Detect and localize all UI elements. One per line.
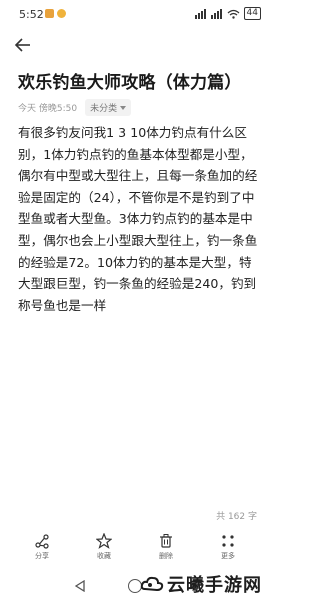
- share-label: 分享: [35, 552, 49, 560]
- more-label: 更多: [221, 552, 235, 560]
- trash-icon: [160, 534, 172, 548]
- app-notification-icon-2: [57, 9, 66, 18]
- more-button[interactable]: 更多: [208, 533, 248, 561]
- grid-icon: [222, 535, 234, 547]
- watermark-logo: 云曦手游网: [140, 570, 268, 598]
- watermark-text: 云曦手游网: [167, 575, 262, 596]
- status-bar: 5:52 44: [0, 0, 271, 30]
- favorite-button[interactable]: 收藏: [84, 533, 124, 561]
- arrow-left-icon: [14, 38, 30, 52]
- favorite-label: 收藏: [97, 552, 111, 560]
- article-body[interactable]: 有很多钓友问我1 3 10体力钓点有什么区别，1体力钓点钓的鱼基本体型都是小型，…: [18, 122, 258, 316]
- signal-icon-2: [210, 8, 222, 19]
- back-button[interactable]: [14, 37, 38, 57]
- delete-button[interactable]: 删除: [146, 533, 186, 561]
- page-title: 欢乐钓鱼大师攻略（体力篇）: [18, 73, 242, 93]
- category-label: 未分类: [90, 104, 118, 114]
- status-time: 5:52: [19, 8, 44, 21]
- app-notification-icon: [45, 9, 54, 18]
- article-date: 今天 傍晚5:50: [18, 104, 78, 114]
- chevron-down-icon: [120, 105, 127, 110]
- word-count: 共 162 字: [216, 512, 257, 522]
- share-icon: [35, 534, 49, 549]
- share-button[interactable]: 分享: [22, 533, 62, 561]
- battery-icon: 44: [243, 7, 261, 20]
- nav-back-icon[interactable]: [75, 580, 85, 592]
- article-meta: 今天 傍晚5:50 未分类: [18, 99, 132, 116]
- star-icon: [96, 533, 112, 549]
- category-dropdown[interactable]: 未分类: [85, 99, 132, 116]
- delete-label: 删除: [159, 552, 173, 560]
- bottom-toolbar: 分享 收藏 删除 更多: [0, 533, 271, 573]
- watermark-cloud-icon: [140, 576, 164, 592]
- wifi-icon: [227, 9, 239, 19]
- status-icons: 44: [194, 7, 261, 20]
- signal-icon: [194, 8, 206, 19]
